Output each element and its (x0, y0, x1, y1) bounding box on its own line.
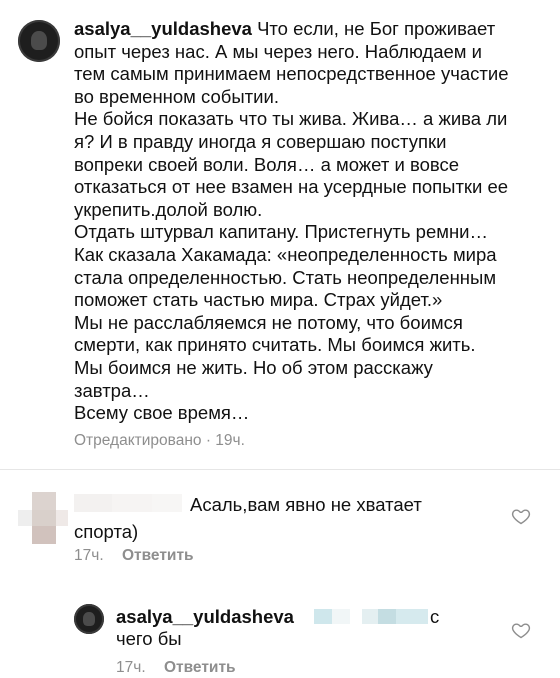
post-caption: asalya__yuldasheva Что если, не Бог прож… (74, 18, 554, 425)
caption-line: поможет стать частью мира. Страх уйдет.» (74, 289, 443, 311)
pixel-block (32, 492, 56, 510)
pixel-block (18, 510, 32, 526)
heart-outline-icon[interactable] (511, 620, 531, 640)
reply-button[interactable]: Ответить (122, 547, 194, 564)
comment-2-text: asalya__yuldasheva с чего бы (116, 606, 506, 651)
comment-1-line-2: спорта) (74, 520, 139, 542)
post-username[interactable]: asalya__yuldasheva (74, 18, 252, 39)
caption-line: смерти, как принято считать. Мы боимся ж… (74, 334, 476, 356)
avatar-figure (30, 30, 48, 51)
caption-line: вопреки своей воли. Воля… а может и вовс… (74, 153, 460, 175)
comment-2-meta: 17ч. Ответить (116, 659, 236, 677)
comment-1-meta: 17ч. Ответить (74, 547, 194, 565)
post-meta: Отредактировано · 19ч. (74, 432, 245, 449)
caption-line: Всему свое время… (74, 402, 250, 424)
reply-author-avatar[interactable] (74, 604, 104, 634)
pixel-block (56, 510, 68, 526)
comment-2-line-1: asalya__yuldasheva с (116, 606, 506, 628)
pixel-block (32, 510, 56, 526)
caption-line: завтра… (74, 379, 150, 401)
pixel-block (32, 526, 56, 544)
reply-button[interactable]: Ответить (164, 659, 236, 676)
caption-line: опыт через нас. А мы через него. Наблюда… (74, 40, 482, 62)
caption-line: Мы не расслабляемся не потому, что боимс… (74, 311, 463, 333)
caption-line: тем самым принимаем непосредственное уча… (74, 63, 509, 85)
comment-1-text: Асаль,вам явно не хватает спорта) (74, 494, 494, 543)
caption-line: во временном событии. (74, 85, 279, 107)
caption-line: укрепить.долой волю. (74, 198, 263, 220)
comment-2-line-2: чего бы (116, 628, 182, 649)
caption-line: Отдать штурвал капитану. Пристегнуть рем… (74, 221, 489, 243)
caption-line: Как сказала Хакамада: «неопределенность … (74, 243, 497, 265)
divider (0, 469, 560, 470)
heart-outline-icon[interactable] (511, 506, 531, 526)
caption-line-1: asalya__yuldasheva Что если, не Бог прож… (74, 18, 496, 39)
post-author-avatar[interactable] (18, 20, 60, 62)
avatar-figure (83, 611, 95, 626)
caption-line: стала определенностью. Стать неопределен… (74, 266, 497, 288)
caption-line: я? И в правду иногда я совершаю поступки (74, 130, 447, 152)
comment-1-time: 17ч. (74, 547, 104, 564)
caption-line: Мы боимся не жить. Но об этом расскажу (74, 356, 433, 378)
caption-line: отказаться от нее взамен на усердные поп… (74, 176, 509, 198)
caption-line: Не бойся показать что ты жива. Жива… а ж… (74, 108, 508, 130)
comment-1-line-1: Асаль,вам явно не хватает (190, 494, 422, 515)
comment-2-time: 17ч. (116, 659, 146, 676)
comment-2-username[interactable]: asalya__yuldasheva (116, 606, 294, 627)
comment-2-mention-tail: с (430, 606, 440, 627)
